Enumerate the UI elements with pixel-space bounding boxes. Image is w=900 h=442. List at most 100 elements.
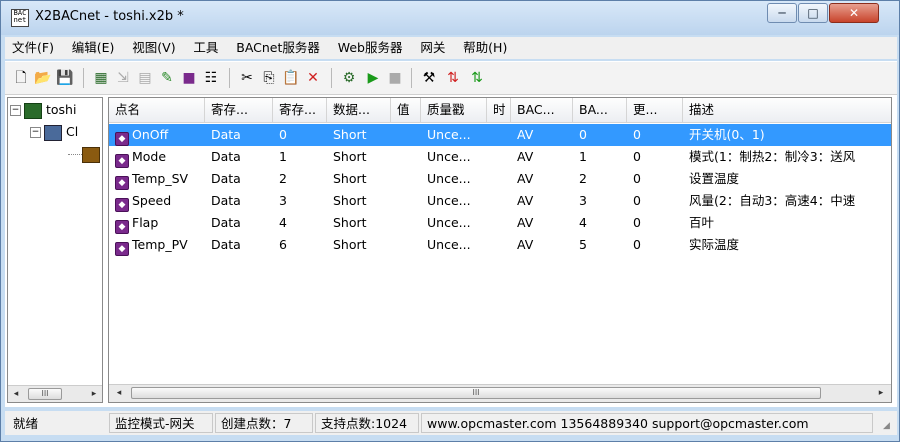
point-icon: ◆: [115, 198, 129, 212]
save-icon[interactable]: 💾: [55, 68, 75, 88]
grid-horizontal-scrollbar[interactable]: ◂ III ▸: [109, 384, 891, 402]
menu-edit[interactable]: 编辑(E): [65, 37, 122, 59]
menu-bar: 文件(F) 编辑(E) 视图(V) 工具 BACnet服务器 Web服务器 网关…: [5, 37, 897, 59]
copy-icon[interactable]: ⎘: [259, 68, 279, 88]
properties-icon[interactable]: ☷: [201, 68, 221, 88]
cell-register-address: 3: [279, 193, 287, 208]
menu-help[interactable]: 帮助(H): [456, 37, 514, 59]
table-row[interactable]: ◆ Temp_PV Data 6 Short Unce... AV 5 0 实际温…: [109, 234, 891, 256]
cell-bacnet-type: AV: [517, 149, 534, 164]
edit-icon[interactable]: ✎: [157, 68, 177, 88]
menu-gateway[interactable]: 网关: [413, 37, 452, 59]
cell-bacnet-instance: 0: [579, 127, 587, 142]
cell-description: 开关机(0、1): [689, 127, 765, 142]
table-row[interactable]: ◆ Speed Data 3 Short Unce... AV 3 0 风量(2：…: [109, 190, 891, 212]
status-bar: 就绪 监控模式-网关 创建点数：7 支持点数:1024 www.opcmaste…: [5, 411, 897, 435]
cell-update: 0: [633, 171, 641, 186]
point-name-text: Speed: [132, 193, 172, 208]
collapse-toggle-icon[interactable]: −: [30, 127, 41, 138]
cell-register-address: 0: [279, 127, 287, 142]
cell-time: [487, 190, 511, 212]
menu-web-server[interactable]: Web服务器: [331, 37, 410, 59]
scroll-right-arrow-icon[interactable]: ▸: [873, 385, 889, 401]
cell-point-name: ◆ Temp_PV: [109, 234, 205, 256]
cell-data-type: Short: [333, 237, 367, 252]
scroll-left-arrow-icon[interactable]: ◂: [111, 385, 127, 401]
column-header-bacnet-type[interactable]: BAC...: [511, 98, 573, 122]
cell-update: 0: [633, 127, 641, 142]
cell-time: [487, 234, 511, 256]
column-header-data-type[interactable]: 数据...: [327, 98, 391, 122]
project-tree[interactable]: − toshi − Cl ◂ III ▸: [7, 97, 103, 403]
connect-red-icon[interactable]: ⇅: [443, 68, 463, 88]
title-bar[interactable]: BAC net X2BACnet - toshi.x2b * ─ □ ✕: [1, 1, 899, 35]
cell-description: 设置温度: [689, 171, 740, 186]
toolbar-separator: [411, 68, 412, 88]
scroll-right-arrow-icon[interactable]: ▸: [86, 386, 102, 402]
cut-icon[interactable]: ✂: [237, 68, 257, 88]
collapse-toggle-icon[interactable]: −: [10, 105, 21, 116]
column-header-time[interactable]: 时: [487, 98, 511, 122]
grid-scroll-thumb[interactable]: III: [131, 387, 821, 399]
tree-horizontal-scrollbar[interactable]: ◂ III ▸: [8, 385, 102, 402]
table-icon[interactable]: ▦: [91, 68, 111, 88]
status-created-points: 创建点数：7: [215, 413, 313, 433]
column-header-description[interactable]: 描述: [683, 98, 891, 122]
column-header-value[interactable]: 值: [391, 98, 421, 122]
maximize-button[interactable]: □: [798, 3, 828, 23]
cell-value: [391, 124, 421, 146]
cell-time: [487, 168, 511, 190]
scroll-left-arrow-icon[interactable]: ◂: [8, 386, 24, 402]
tools-icon[interactable]: ⚒: [419, 68, 439, 88]
tree-root-node[interactable]: − toshi: [10, 100, 76, 120]
cell-value: [391, 146, 421, 168]
table-row[interactable]: ◆ Mode Data 1 Short Unce... AV 1 0 模式(1：制…: [109, 146, 891, 168]
cell-value: [391, 168, 421, 190]
grid-header: 点名 寄存... 寄存... 数据... 值 质量戳 时 BAC... BA..…: [109, 98, 891, 123]
cell-update: 0: [633, 193, 641, 208]
column-header-bacnet-instance[interactable]: BA...: [573, 98, 627, 122]
column-header-register-address[interactable]: 寄存...: [273, 98, 327, 122]
cell-bacnet-type: AV: [517, 193, 534, 208]
column-header-quality[interactable]: 质量戳: [421, 98, 487, 122]
cell-description: 风量(2：自动3：高速4：中速: [689, 193, 856, 208]
tree-scroll-thumb[interactable]: III: [28, 388, 62, 400]
menu-view[interactable]: 视图(V): [125, 37, 182, 59]
monitor-icon[interactable]: ⚙: [339, 68, 359, 88]
menu-bacnet-server[interactable]: BACnet服务器: [229, 37, 327, 59]
point-name-text: Flap: [132, 215, 159, 230]
tree-device-node[interactable]: [68, 144, 102, 164]
cell-description: 百叶: [689, 215, 715, 230]
table-row[interactable]: ◆ OnOff Data 0 Short Unce... AV 0 0 开关机(0…: [109, 124, 891, 146]
cell-quality: Unce...: [427, 237, 471, 252]
points-grid[interactable]: 点名 寄存... 寄存... 数据... 值 质量戳 时 BAC... BA..…: [108, 97, 892, 403]
menu-file[interactable]: 文件(F): [5, 37, 61, 59]
column-header-update[interactable]: 更...: [627, 98, 683, 122]
menu-tools[interactable]: 工具: [186, 37, 225, 59]
minimize-button[interactable]: ─: [767, 3, 797, 23]
cube-icon[interactable]: ■: [179, 68, 199, 88]
column-header-register-type[interactable]: 寄存...: [205, 98, 273, 122]
cell-bacnet-type: AV: [517, 215, 534, 230]
cell-quality: Unce...: [427, 127, 471, 142]
cell-register-type: Data: [211, 171, 241, 186]
column-header-point-name[interactable]: 点名: [109, 98, 205, 122]
close-button[interactable]: ✕: [829, 3, 879, 23]
tree-child-node[interactable]: − Cl: [30, 122, 78, 142]
cell-time: [487, 146, 511, 168]
table-row[interactable]: ◆ Flap Data 4 Short Unce... AV 4 0 百叶: [109, 212, 891, 234]
project-icon: [24, 102, 42, 119]
resize-grip-icon[interactable]: ◢: [883, 421, 895, 433]
delete-icon[interactable]: ✕: [303, 68, 323, 88]
new-file-icon[interactable]: 🗋: [11, 68, 31, 88]
cell-register-address: 2: [279, 171, 287, 186]
cell-register-type: Data: [211, 127, 241, 142]
open-folder-icon[interactable]: 📂: [33, 68, 53, 88]
status-ready: 就绪: [13, 416, 39, 431]
run-icon[interactable]: ▶: [363, 68, 383, 88]
cell-time: [487, 212, 511, 234]
cell-quality: Unce...: [427, 193, 471, 208]
table-row[interactable]: ◆ Temp_SV Data 2 Short Unce... AV 2 0 设置温…: [109, 168, 891, 190]
connect-green-icon[interactable]: ⇅: [467, 68, 487, 88]
app-icon: BAC net: [11, 9, 29, 27]
